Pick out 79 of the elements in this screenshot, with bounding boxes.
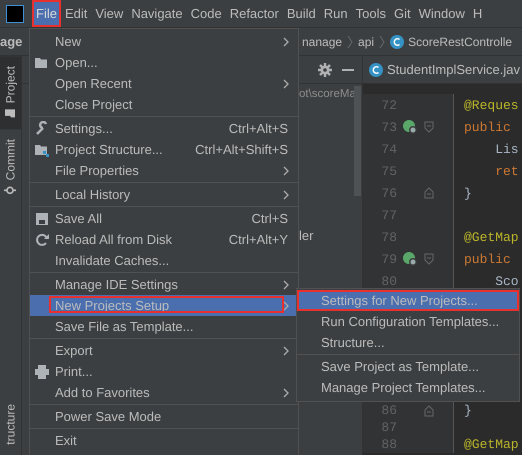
side-tab[interactable]: tructure: [0, 394, 21, 455]
menu-item[interactable]: Power Save Mode: [30, 406, 298, 427]
code-line: Lis: [494, 142, 519, 156]
menu-item[interactable]: Add to Favorites: [30, 382, 298, 403]
menu-item[interactable]: Project Structure... Ctrl+Alt+Shift+S: [30, 139, 298, 160]
chevron-icon: [282, 190, 290, 200]
app-logo-icon[interactable]: [6, 4, 24, 22]
menu-item[interactable]: Local History: [30, 184, 298, 205]
chevron-icon: [282, 300, 290, 310]
menu-item[interactable]: H: [468, 0, 486, 27]
menu-item[interactable]: Run: [320, 0, 352, 27]
menu-item[interactable]: Tools: [352, 0, 390, 27]
folder-icon: [4, 107, 16, 120]
menu-item[interactable]: Git: [390, 0, 415, 27]
side-tab[interactable]: Commit: [0, 129, 21, 207]
menu-item[interactable]: Invalidate Caches...: [30, 250, 298, 271]
code-line: }: [464, 403, 472, 418]
menu-item[interactable]: Export: [30, 340, 298, 361]
code-line: @GetMap: [464, 230, 519, 244]
menu-item[interactable]: Save Project as Template...: [297, 356, 519, 377]
menu-item[interactable]: Refactor: [226, 0, 283, 27]
fold-icon: [424, 404, 434, 416]
chevron-icon: [282, 166, 290, 176]
breadcrumb[interactable]: nanage: [302, 34, 342, 48]
menu-item[interactable]: Save File as Template...: [30, 316, 298, 337]
chevron-icon: [346, 34, 354, 48]
menu-item[interactable]: File Properties: [30, 160, 298, 181]
menu-item[interactable]: Open Recent: [30, 73, 298, 94]
tree-path: ot\scoreMa: [298, 88, 357, 100]
reload-icon: [34, 232, 50, 248]
breadcrumb[interactable]: ScoreRestControlle: [408, 34, 512, 48]
chevron-icon: [282, 78, 290, 88]
save-icon: [34, 210, 50, 226]
class-icon: [369, 62, 383, 76]
menu-item[interactable]: Edit: [60, 0, 92, 27]
menu-item[interactable]: New: [30, 31, 298, 52]
code-line: public: [464, 120, 512, 134]
side-tab[interactable]: Project: [0, 56, 21, 130]
settings-icon: [318, 62, 332, 76]
menu-item[interactable]: Code: [186, 0, 226, 27]
chevron-icon: [282, 388, 290, 398]
menu-item[interactable]: Print...: [30, 361, 298, 382]
printer-icon: [34, 364, 50, 380]
menu-item[interactable]: Build: [282, 0, 320, 27]
menu-item[interactable]: View: [91, 0, 128, 27]
chevron-icon: [378, 34, 386, 48]
menu-item[interactable]: Manage Project Templates...: [297, 377, 519, 398]
code-line: Sco: [494, 274, 519, 288]
bean-icon: [402, 119, 418, 135]
menu-item[interactable]: Navigate: [127, 0, 187, 27]
chevron-icon: [282, 36, 290, 46]
menu-item[interactable]: Close Project: [30, 94, 298, 115]
breadcrumb[interactable]: api: [358, 34, 374, 48]
code-line: @GetMap: [464, 437, 519, 452]
code-line: @Reques: [464, 98, 519, 112]
menu-item[interactable]: Run Configuration Templates...: [297, 311, 519, 332]
menu-item[interactable]: Window: [414, 0, 469, 27]
menu-item[interactable]: Manage IDE Settings: [30, 274, 298, 295]
scrollbar[interactable]: [354, 86, 361, 196]
menu-item[interactable]: Settings... Ctrl+Alt+S: [30, 118, 298, 139]
bean-icon: [402, 251, 418, 267]
menu-item[interactable]: Structure...: [297, 332, 519, 353]
code-line: }: [464, 186, 472, 200]
commit-icon: [4, 184, 16, 197]
wrench-icon: [34, 120, 50, 136]
code-line: public: [464, 252, 512, 266]
menu-item[interactable]: Open...: [30, 52, 298, 73]
fold-icon: [424, 121, 434, 133]
menu-item[interactable]: Reload All from Disk Ctrl+Alt+Y: [30, 229, 298, 250]
chevron-icon: [282, 280, 290, 290]
class-icon: [390, 34, 404, 48]
chevron-icon: [282, 346, 290, 356]
fold-icon: [424, 253, 434, 265]
panel-title: age: [0, 34, 22, 49]
fold-icon: [424, 187, 434, 199]
code-line: ret: [494, 164, 519, 178]
highlight-frame: [32, 0, 61, 27]
menu-item[interactable]: Exit: [30, 430, 298, 451]
menu-item[interactable]: Save All Ctrl+S: [30, 208, 298, 229]
